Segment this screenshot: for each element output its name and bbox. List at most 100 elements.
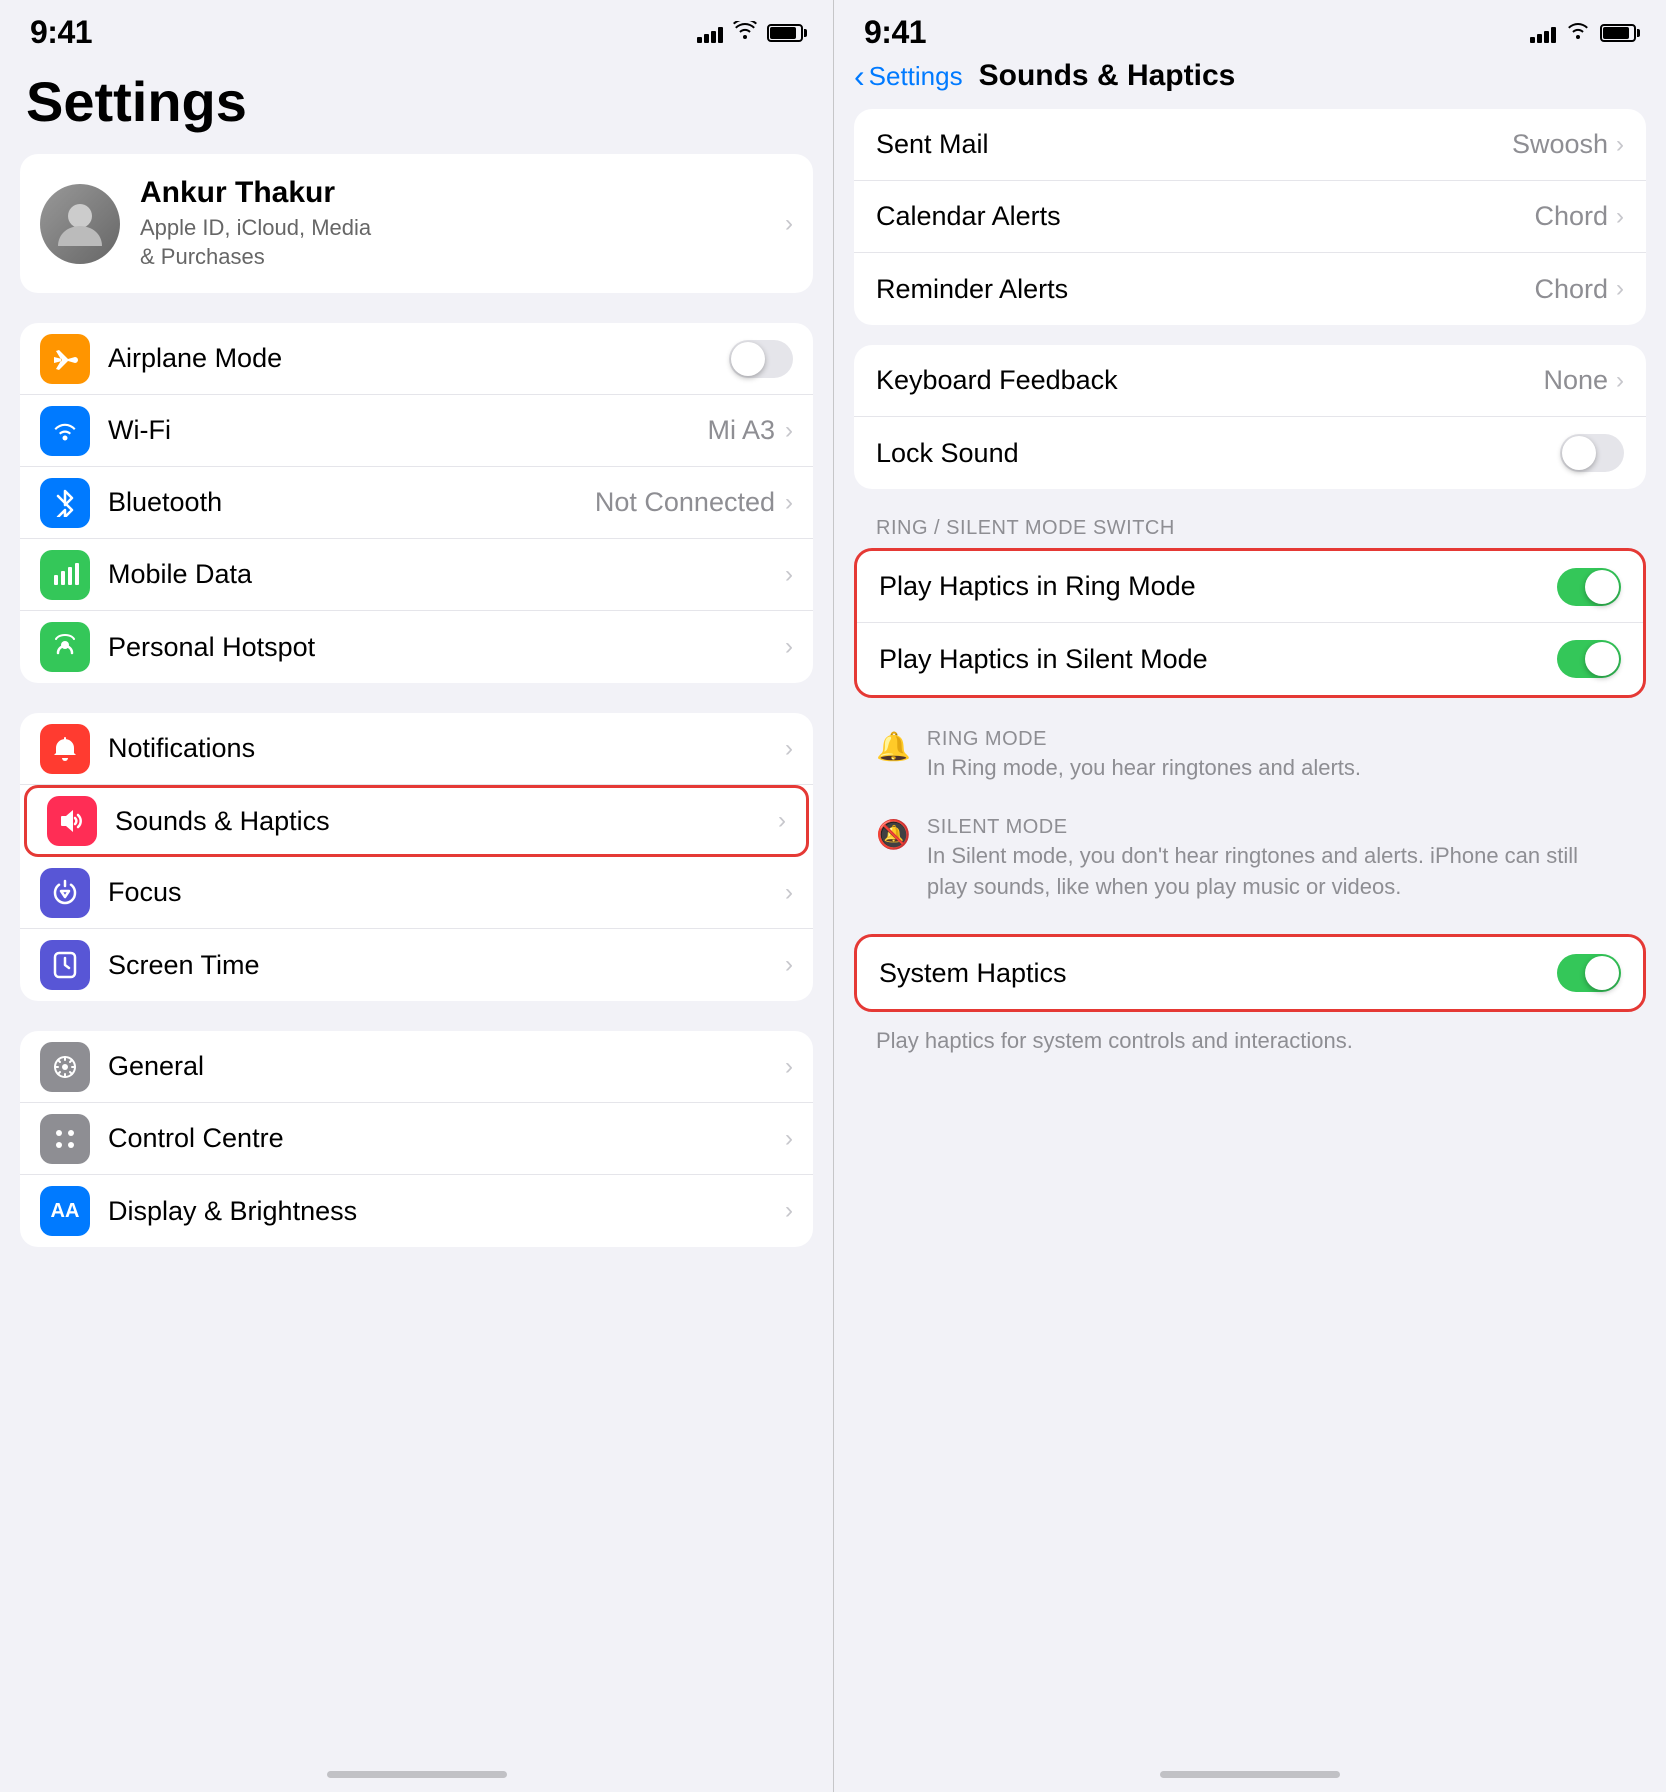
haptics-silent-item[interactable]: Play Haptics in Silent Mode	[857, 623, 1643, 695]
wifi-value: Mi A3	[707, 415, 775, 446]
mobile-data-chevron-icon: ›	[785, 561, 793, 589]
bluetooth-value: Not Connected	[595, 487, 775, 518]
reminder-alerts-chevron-icon: ›	[1616, 275, 1624, 303]
left-status-icons	[697, 21, 803, 45]
profile-subtitle: Apple ID, iCloud, Media& Purchases	[140, 214, 765, 271]
nav-bar: ‹ Settings Sounds & Haptics	[834, 59, 1666, 109]
back-chevron-icon: ‹	[854, 60, 865, 92]
sent-mail-chevron-icon: ›	[1616, 131, 1624, 159]
haptics-ring-toggle[interactable]	[1557, 568, 1621, 606]
ring-mode-text: RING MODE In Ring mode, you hear rington…	[927, 728, 1361, 784]
bluetooth-chevron-icon: ›	[785, 489, 793, 517]
sounds-haptics-item[interactable]: Sounds & Haptics ›	[24, 785, 809, 857]
notifications-icon	[40, 724, 90, 774]
focus-item[interactable]: Focus ›	[20, 857, 813, 929]
profile-card[interactable]: Ankur Thakur Apple ID, iCloud, Media& Pu…	[20, 154, 813, 293]
calendar-alerts-label: Calendar Alerts	[876, 201, 1534, 232]
control-centre-item[interactable]: Control Centre ›	[20, 1103, 813, 1175]
system-haptics-toggle[interactable]	[1557, 954, 1621, 992]
sent-mail-item[interactable]: Sent Mail Swoosh ›	[854, 109, 1646, 181]
personal-hotspot-chevron-icon: ›	[785, 633, 793, 661]
left-content: Settings Ankur Thakur Apple ID, iCloud, …	[0, 59, 833, 1756]
silent-mode-icon: 🔕	[876, 818, 911, 851]
right-status-bar: 9:41	[834, 0, 1666, 59]
silent-mode-desc: In Silent mode, you don't hear ringtones…	[927, 841, 1624, 903]
sent-mail-label: Sent Mail	[876, 129, 1512, 160]
left-status-time: 9:41	[30, 14, 92, 51]
ring-mode-info: 🔔 RING MODE In Ring mode, you hear ringt…	[854, 712, 1646, 800]
display-brightness-label: Display & Brightness	[108, 1196, 785, 1227]
general-item[interactable]: General ›	[20, 1031, 813, 1103]
general-group: General › Control Centre › AA	[20, 1031, 813, 1247]
mobile-data-item[interactable]: Mobile Data ›	[20, 539, 813, 611]
signal-icon	[697, 23, 723, 43]
haptics-ring-item[interactable]: Play Haptics in Ring Mode	[857, 551, 1643, 623]
sounds-group: Sent Mail Swoosh › Calendar Alerts Chord…	[854, 109, 1646, 325]
page-title: Settings	[20, 69, 813, 134]
nav-title: Sounds & Haptics	[979, 59, 1236, 93]
silent-mode-info: 🔕 SILENT MODE In Silent mode, you don't …	[854, 800, 1646, 919]
airplane-mode-item[interactable]: Airplane Mode	[20, 323, 813, 395]
general-chevron-icon: ›	[785, 1053, 793, 1081]
silent-mode-title: SILENT MODE	[927, 816, 1624, 839]
right-signal-icon	[1530, 23, 1556, 43]
lock-sound-toggle[interactable]	[1560, 434, 1624, 472]
silent-mode-text: SILENT MODE In Silent mode, you don't he…	[927, 816, 1624, 903]
personal-hotspot-icon	[40, 622, 90, 672]
profile-chevron-icon: ›	[785, 210, 793, 238]
battery-icon	[767, 24, 803, 42]
notifications-item[interactable]: Notifications ›	[20, 713, 813, 785]
calendar-alerts-item[interactable]: Calendar Alerts Chord ›	[854, 181, 1646, 253]
control-centre-icon	[40, 1114, 90, 1164]
wifi-label: Wi-Fi	[108, 415, 707, 446]
right-content: Sent Mail Swoosh › Calendar Alerts Chord…	[834, 109, 1666, 1756]
right-panel: 9:41 ‹ Settings	[833, 0, 1666, 1792]
sounds-haptics-label: Sounds & Haptics	[115, 806, 778, 837]
left-home-indicator	[0, 1756, 833, 1792]
wifi-chevron-icon: ›	[785, 417, 793, 445]
profile-info: Ankur Thakur Apple ID, iCloud, Media& Pu…	[140, 176, 765, 271]
ring-mode-icon: 🔔	[876, 730, 911, 763]
left-panel: 9:41 Settings	[0, 0, 833, 1792]
bluetooth-item[interactable]: Bluetooth Not Connected ›	[20, 467, 813, 539]
system-haptics-item[interactable]: System Haptics	[857, 937, 1643, 1009]
haptics-highlighted-group: Play Haptics in Ring Mode Play Haptics i…	[854, 548, 1646, 698]
keyboard-lock-group: Keyboard Feedback None › Lock Sound	[854, 345, 1646, 489]
keyboard-feedback-label: Keyboard Feedback	[876, 365, 1543, 396]
system-haptics-label: System Haptics	[879, 958, 1557, 989]
right-status-icons	[1530, 21, 1636, 44]
personal-hotspot-label: Personal Hotspot	[108, 632, 785, 663]
ring-mode-desc: In Ring mode, you hear ringtones and ale…	[927, 753, 1361, 784]
profile-name: Ankur Thakur	[140, 176, 765, 210]
focus-chevron-icon: ›	[785, 879, 793, 907]
wifi-settings-icon	[40, 406, 90, 456]
focus-label: Focus	[108, 877, 785, 908]
haptics-silent-toggle[interactable]	[1557, 640, 1621, 678]
wifi-icon	[733, 21, 757, 45]
general-label: General	[108, 1051, 785, 1082]
connectivity-group: Airplane Mode Wi-Fi Mi A3 ›	[20, 323, 813, 683]
system-haptics-desc: Play haptics for system controls and int…	[854, 1022, 1646, 1073]
keyboard-feedback-item[interactable]: Keyboard Feedback None ›	[854, 345, 1646, 417]
screen-time-label: Screen Time	[108, 950, 785, 981]
mobile-data-label: Mobile Data	[108, 559, 785, 590]
reminder-alerts-item[interactable]: Reminder Alerts Chord ›	[854, 253, 1646, 325]
airplane-mode-toggle[interactable]	[729, 340, 793, 378]
airplane-mode-label: Airplane Mode	[108, 343, 729, 374]
back-label: Settings	[869, 61, 963, 92]
keyboard-feedback-value: None	[1543, 365, 1608, 396]
bluetooth-icon	[40, 478, 90, 528]
wifi-item[interactable]: Wi-Fi Mi A3 ›	[20, 395, 813, 467]
screen-time-chevron-icon: ›	[785, 951, 793, 979]
nav-back-button[interactable]: ‹ Settings	[854, 60, 963, 92]
control-centre-chevron-icon: ›	[785, 1125, 793, 1153]
display-brightness-item[interactable]: AA Display & Brightness ›	[20, 1175, 813, 1247]
notifications-label: Notifications	[108, 733, 785, 764]
screen-time-item[interactable]: Screen Time ›	[20, 929, 813, 1001]
personal-hotspot-item[interactable]: Personal Hotspot ›	[20, 611, 813, 683]
general-icon	[40, 1042, 90, 1092]
lock-sound-item[interactable]: Lock Sound	[854, 417, 1646, 489]
display-brightness-chevron-icon: ›	[785, 1197, 793, 1225]
notifications-group: Notifications › Sounds & Haptics ›	[20, 713, 813, 1001]
avatar	[40, 184, 120, 264]
